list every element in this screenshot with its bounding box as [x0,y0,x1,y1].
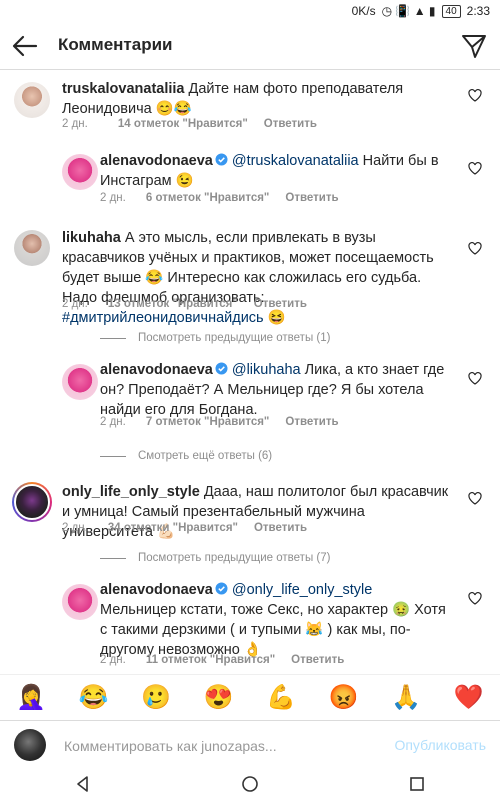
likes-count[interactable]: 11 отметок "Нравится" [146,654,275,666]
heart-icon[interactable] [468,492,482,505]
comment-text: alenavodonaeva @truskalovanataliia Найти… [100,151,445,191]
comments-screen: 0K/s ◷ 📳 ▲ ▮ 40 2:33 Комментарии truskal… [0,0,500,800]
avatar[interactable] [62,584,98,620]
comment-time: 2 дн. [62,298,88,310]
heart-icon[interactable] [468,242,482,255]
avatar[interactable] [14,230,50,266]
thread-line [100,337,126,339]
status-bar: 0K/s ◷ 📳 ▲ ▮ 40 2:33 [0,0,500,22]
reply-button[interactable]: Ответить [264,118,317,130]
comment-time: 2 дн. [100,416,126,428]
likes-count[interactable]: 14 отметок "Нравится" [118,118,248,130]
emoji-heart-eyes[interactable]: 😍 [204,683,234,713]
reply-button[interactable]: Ответить [291,654,344,666]
comment-username[interactable]: alenavodonaeva [100,153,213,169]
comment-composer: Опубликовать [0,720,500,768]
comment-meta: 2 дн. 7 отметок "Нравится" Ответить [100,416,339,428]
likes-count[interactable]: 7 отметок "Нравится" [146,416,270,428]
thread-line [100,455,126,457]
comment-username[interactable]: alenavodonaeva [100,362,213,378]
emoji-holding-tears[interactable]: 🥲 [141,683,171,713]
reply-button[interactable]: Ответить [285,416,338,428]
likes-count[interactable]: 13 отметок "Нравится" [108,298,238,310]
view-more-replies[interactable]: Смотреть ещё ответы (6) [100,450,272,462]
comment-text: alenavodonaeva @likuhaha Лика, а кто зна… [100,360,450,420]
heart-icon[interactable] [468,162,482,175]
comment-meta: 2 дн. 14 отметок "Нравится" Ответить [62,118,317,130]
emoji-pray[interactable]: 🙏 [391,683,421,713]
clock: 2:33 [466,4,490,18]
emoji-facepalm[interactable]: 🤦‍♀️ [16,683,46,713]
nav-recents-icon[interactable] [408,775,426,793]
comment-time: 2 дн. [100,192,126,204]
likes-count[interactable]: 34 отметки "Нравится" [108,522,238,534]
view-previous-replies[interactable]: Посмотреть предыдущие ответы (7) [100,552,330,564]
battery-indicator: 40 [441,4,461,18]
thread-line [100,557,126,559]
avatar[interactable] [62,154,98,190]
hashtag-link[interactable]: #дмитрийлеонидовичнайдись [62,310,264,326]
thread-label[interactable]: Посмотреть предыдущие ответы (7) [138,552,330,564]
thread-label[interactable]: Посмотреть предыдущие ответы (1) [138,332,330,344]
heart-icon[interactable] [468,592,482,605]
reply-item: alenavodonaeva @likuhaha Лика, а кто зна… [0,358,500,442]
view-previous-replies[interactable]: Посмотреть предыдущие ответы (1) [100,332,330,344]
comment-username[interactable]: only_life_only_style [62,484,200,500]
comment-text: likuhaha А это мысль, если привлекать в … [62,228,457,328]
mention-link[interactable]: @truskalovanataliia [232,153,359,169]
mention-link[interactable]: @likuhaha [232,362,301,378]
status-icons: ◷ 📳 ▲ ▮ [381,4,436,18]
emoji-red-heart[interactable]: ❤️ [454,683,484,713]
nav-back-icon[interactable] [74,775,92,793]
comment-meta: 2 дн. 11 отметок "Нравится" Ответить [100,654,344,666]
reply-button[interactable]: Ответить [254,298,307,310]
avatar[interactable] [62,364,98,400]
thread-label[interactable]: Смотреть ещё ответы (6) [138,450,272,462]
avatar[interactable] [12,482,52,522]
back-arrow-icon[interactable] [10,32,40,60]
verified-badge-icon [215,362,228,375]
comment-body: Мельницер кстати, тоже Секс, но характер… [100,602,446,658]
current-user-avatar [14,729,46,761]
reply-button[interactable]: Ответить [254,522,307,534]
comment-input[interactable] [64,735,364,757]
reply-item: alenavodonaeva @truskalovanataliia Найти… [0,150,500,224]
comment-meta: 2 дн. 34 отметки "Нравится" Ответить [62,522,307,534]
post-button[interactable]: Опубликовать [394,737,486,753]
comment-text: truskalovanataliia Дайте нам фото препод… [62,79,457,119]
comment-username[interactable]: likuhaha [62,230,121,246]
comment-meta: 2 дн. 6 отметок "Нравится" Ответить [100,192,339,204]
nav-home-icon[interactable] [241,775,259,793]
app-header: Комментарии [0,22,500,70]
comment-text: alenavodonaeva @only_life_only_style Мел… [100,580,450,660]
page-title: Комментарии [58,35,173,54]
comment-item: truskalovanataliia Дайте нам фото препод… [0,72,500,162]
comment-item: likuhaha А это мысль, если привлекать в … [0,222,500,326]
verified-badge-icon [215,153,228,166]
emoji-angry[interactable]: 😡 [329,683,359,713]
comment-time: 2 дн. [100,654,126,666]
emoji-muscle[interactable]: 💪 [266,683,296,713]
comment-body-end: 😆 [263,310,286,326]
comment-username[interactable]: truskalovanataliia [62,81,185,97]
heart-icon[interactable] [468,89,482,102]
mention-link[interactable]: @only_life_only_style [232,582,372,598]
emoji-joy[interactable]: 😂 [79,683,109,713]
comment-meta: 2 дн. 13 отметок "Нравится" Ответить [62,298,307,310]
comment-username[interactable]: alenavodonaeva [100,582,213,598]
likes-count[interactable]: 6 отметок "Нравится" [146,192,270,204]
send-icon[interactable] [460,32,488,60]
comment-time: 2 дн. [62,118,88,130]
avatar[interactable] [14,82,50,118]
quick-emoji-bar: 🤦‍♀️ 😂 🥲 😍 💪 😡 🙏 ❤️ [0,674,500,720]
reply-item: alenavodonaeva @only_life_only_style Мел… [0,578,500,674]
android-nav-bar [0,768,500,800]
comment-item: only_life_only_style Дааа, наш политолог… [0,474,500,554]
net-speed: 0K/s [351,4,376,18]
heart-icon[interactable] [468,372,482,385]
reply-button[interactable]: Ответить [285,192,338,204]
comment-time: 2 дн. [62,522,88,534]
verified-badge-icon [215,582,228,595]
